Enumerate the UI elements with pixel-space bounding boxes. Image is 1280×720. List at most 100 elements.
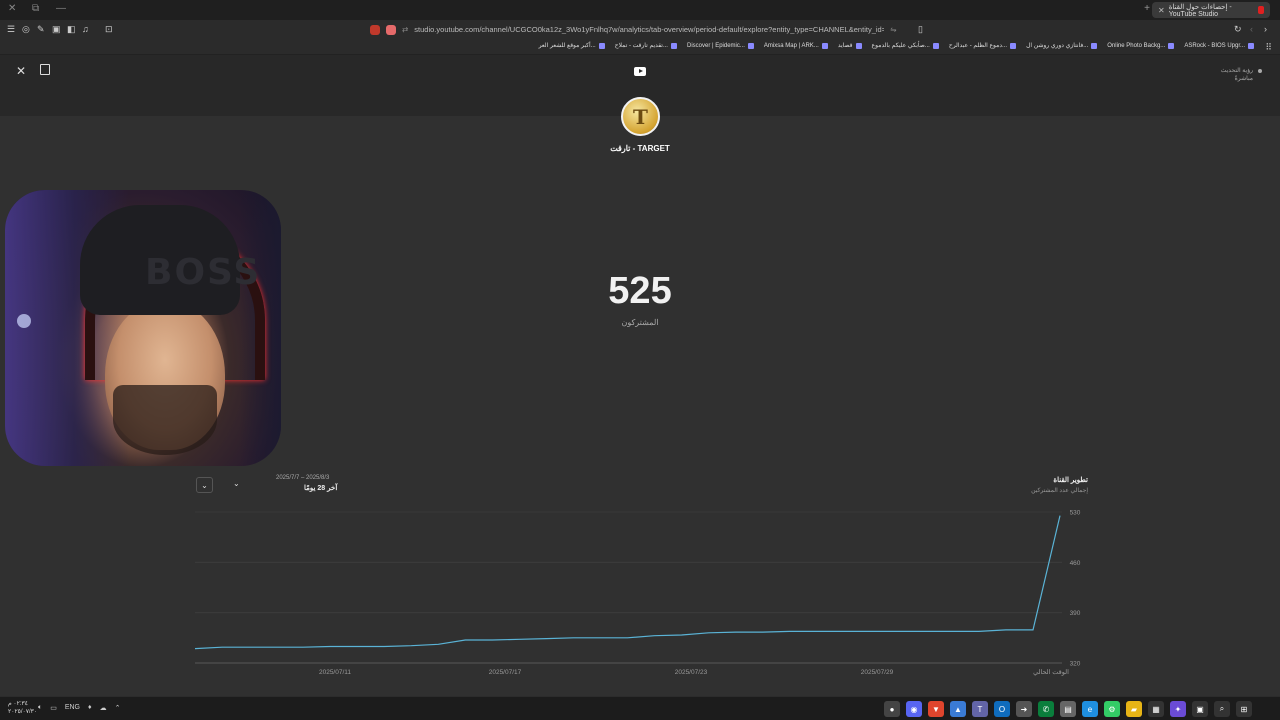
reload-icon[interactable]: ↻	[1234, 24, 1242, 35]
microphone-icon[interactable]: ♦	[88, 704, 92, 712]
url-text[interactable]: studio.youtube.com/channel/UCGCO0ka12z_3…	[414, 22, 884, 38]
webcam-light	[17, 314, 31, 328]
period-label[interactable]: آخر 28 يومًا	[304, 484, 337, 492]
subscriber-series-line	[194, 515, 1061, 650]
bookmark-label: ASRock - BIOS Upgr...	[1184, 42, 1245, 49]
bookmark-favicon-icon	[1168, 42, 1175, 49]
webcam-cap-text: BOSS	[145, 252, 262, 293]
bookmark-favicon-icon	[821, 42, 828, 49]
bookmark-item[interactable]: فانتازي دوري روشن ال...	[1026, 42, 1098, 49]
obs-app-icon[interactable]: ●	[884, 701, 900, 717]
period-range[interactable]: 2025/7/7 – 2025/8/3	[276, 475, 329, 481]
youtube-favicon-icon	[1257, 6, 1264, 14]
widgets-app-icon[interactable]: ▣	[1192, 701, 1208, 717]
bookmark-favicon-icon	[1091, 42, 1098, 49]
start-menu-icon[interactable]: ⊞	[1236, 701, 1252, 717]
live-label: رؤية التحديث	[1220, 68, 1253, 74]
channel-name: تارقت - TARGET	[610, 144, 670, 153]
new-tab-button[interactable]: +	[1144, 3, 1150, 14]
brave-app-icon[interactable]: ▼	[928, 701, 944, 717]
language-indicator[interactable]: ENG	[65, 704, 80, 712]
bookmark-item[interactable]: صأبكي عليكم بالدموع...	[872, 42, 939, 49]
whatsapp-app-icon[interactable]: ✆	[1038, 701, 1054, 717]
x-tick-label: الوقت الحالي	[1033, 668, 1069, 676]
bookmark-label: تقديم تارقت - تملاح...	[614, 43, 668, 49]
notepad-app-icon[interactable]: ▤	[1060, 701, 1076, 717]
screenshot-icon[interactable]: ⊡	[105, 24, 113, 35]
bookmark-item[interactable]: قصايد	[838, 42, 862, 49]
bookmark-item[interactable]: Discover | Epidemic...	[687, 42, 754, 49]
settings-app-icon[interactable]: ⚙	[1104, 701, 1120, 717]
clock-date: ٢٠٢٥/٠٧/٣٠	[8, 708, 38, 715]
copilot-app-icon[interactable]: ✦	[1170, 701, 1186, 717]
bookmark-favicon-icon	[598, 42, 605, 49]
close-icon[interactable]: ✕	[16, 64, 26, 78]
sidebar-icon[interactable]: ◧	[67, 24, 76, 35]
search-icon[interactable]: ⌕	[1214, 701, 1230, 717]
bookmark-label: قصايد	[837, 43, 853, 49]
live-sublabel: مباشرةً	[1234, 76, 1253, 83]
bookmark-item[interactable]: دموع الظلم - عبدالرح...	[948, 42, 1017, 49]
display-icon[interactable]: ▭	[50, 704, 57, 712]
subscriber-count: 525	[608, 270, 672, 312]
tab-close-icon[interactable]: ✕	[1158, 6, 1165, 15]
bookmark-label: دموع الظلم - عبدالرح...	[948, 43, 1008, 49]
subscriber-label: المشتركون	[621, 318, 659, 327]
volume-icon[interactable]: 🔈︎	[38, 704, 42, 712]
apps-grid-icon[interactable]: ⠿	[1265, 42, 1272, 53]
address-bar[interactable]: ⇄ studio.youtube.com/channel/UCGCO0ka12z…	[370, 22, 910, 38]
tray-expand-icon[interactable]: ⌃	[115, 704, 121, 712]
tab-title: إحصاءات حول القناة - YouTube Studio	[1168, 3, 1232, 18]
bookmark-item[interactable]: ASRock - BIOS Upgr...	[1184, 42, 1254, 49]
youtube-logo-icon	[634, 67, 646, 76]
webcam-overlay: BOSS	[5, 190, 281, 466]
restore-window-icon[interactable]: ⧉	[32, 3, 39, 14]
edge-app-icon[interactable]: e	[1082, 701, 1098, 717]
bookmark-panel-icon[interactable]	[40, 64, 50, 75]
bookmark-label: Discover | Epidemic...	[686, 42, 745, 49]
cloud-icon[interactable]: ☁	[100, 704, 107, 712]
metric-dropdown-button[interactable]: ⌄	[196, 477, 213, 493]
outlook-app-icon[interactable]: O	[994, 701, 1010, 717]
bookmark-label: Online Photo Backg...	[1107, 42, 1166, 49]
clock-time: ٠٢:٣٤ م	[8, 701, 28, 707]
extension-badge-icon[interactable]	[370, 25, 380, 35]
x-tick-label: 2025/07/29	[861, 669, 894, 676]
site-info-icon[interactable]: ⇄	[402, 22, 408, 38]
bookmark-item[interactable]: Amixsa Map | ARK...	[764, 42, 828, 49]
terminal-app-icon[interactable]: ➜	[1016, 701, 1032, 717]
store-app-icon[interactable]: ▦	[1148, 701, 1164, 717]
back-icon[interactable]: ‹	[1250, 24, 1253, 34]
chart-title: تطوير القناة	[1053, 477, 1088, 484]
menu-icon[interactable]: ☰	[7, 24, 15, 35]
bookmark-list: ASRock - BIOS Upgr... Online Photo Backg.…	[539, 42, 1254, 49]
clock[interactable]: ٠٢:٣٤ م ٢٠٢٥/٠٧/٣٠	[8, 701, 37, 717]
bookmark-favicon-icon	[670, 42, 677, 49]
file-explorer-app-icon[interactable]: ▰	[1126, 701, 1142, 717]
teams-app-icon[interactable]: T	[972, 701, 988, 717]
bookmark-item[interactable]: أكبر موقع للشعر العر...	[539, 42, 605, 49]
discord-app-icon[interactable]: ◉	[906, 701, 922, 717]
y-tick-label: 530	[1070, 510, 1081, 517]
pin-icon[interactable]: ✎	[37, 24, 45, 35]
forward-icon[interactable]: ›	[1264, 24, 1267, 34]
translate-icon[interactable]: ⇋	[890, 22, 896, 38]
brave-shield-icon[interactable]	[386, 25, 396, 35]
tabs-icon[interactable]: ▣	[52, 24, 61, 35]
taskbar: ٠٢:٣٤ م ٢٠٢٥/٠٧/٣٠ 🔈︎ ▭ ENG ♦ ☁ ⌃ ● ◉ ▼ …	[0, 696, 1280, 720]
y-tick-label: 460	[1070, 560, 1081, 567]
shield-icon[interactable]: ◎	[22, 24, 30, 35]
bookmark-item[interactable]: تقديم تارقت - تملاح...	[615, 42, 677, 49]
live-dot-icon	[1258, 69, 1262, 73]
x-tick-label: 2025/07/17	[489, 669, 522, 676]
bookmark-item[interactable]: Online Photo Backg...	[1107, 42, 1175, 49]
browser-tab[interactable]: ✕ إحصاءات حول القناة - YouTube Studio	[1152, 2, 1270, 18]
bookmark-label: فانتازي دوري روشن ال...	[1026, 43, 1089, 49]
close-window-icon[interactable]: ✕	[8, 3, 16, 14]
minimize-window-icon[interactable]: —	[56, 3, 66, 14]
period-chevron-down-icon[interactable]: ⌄	[233, 479, 240, 488]
music-icon[interactable]: ♫	[82, 24, 89, 34]
photos-app-icon[interactable]: ▲	[950, 701, 966, 717]
bookmark-icon[interactable]: ▯	[918, 24, 923, 35]
x-tick-label: 2025/07/11	[319, 669, 351, 676]
